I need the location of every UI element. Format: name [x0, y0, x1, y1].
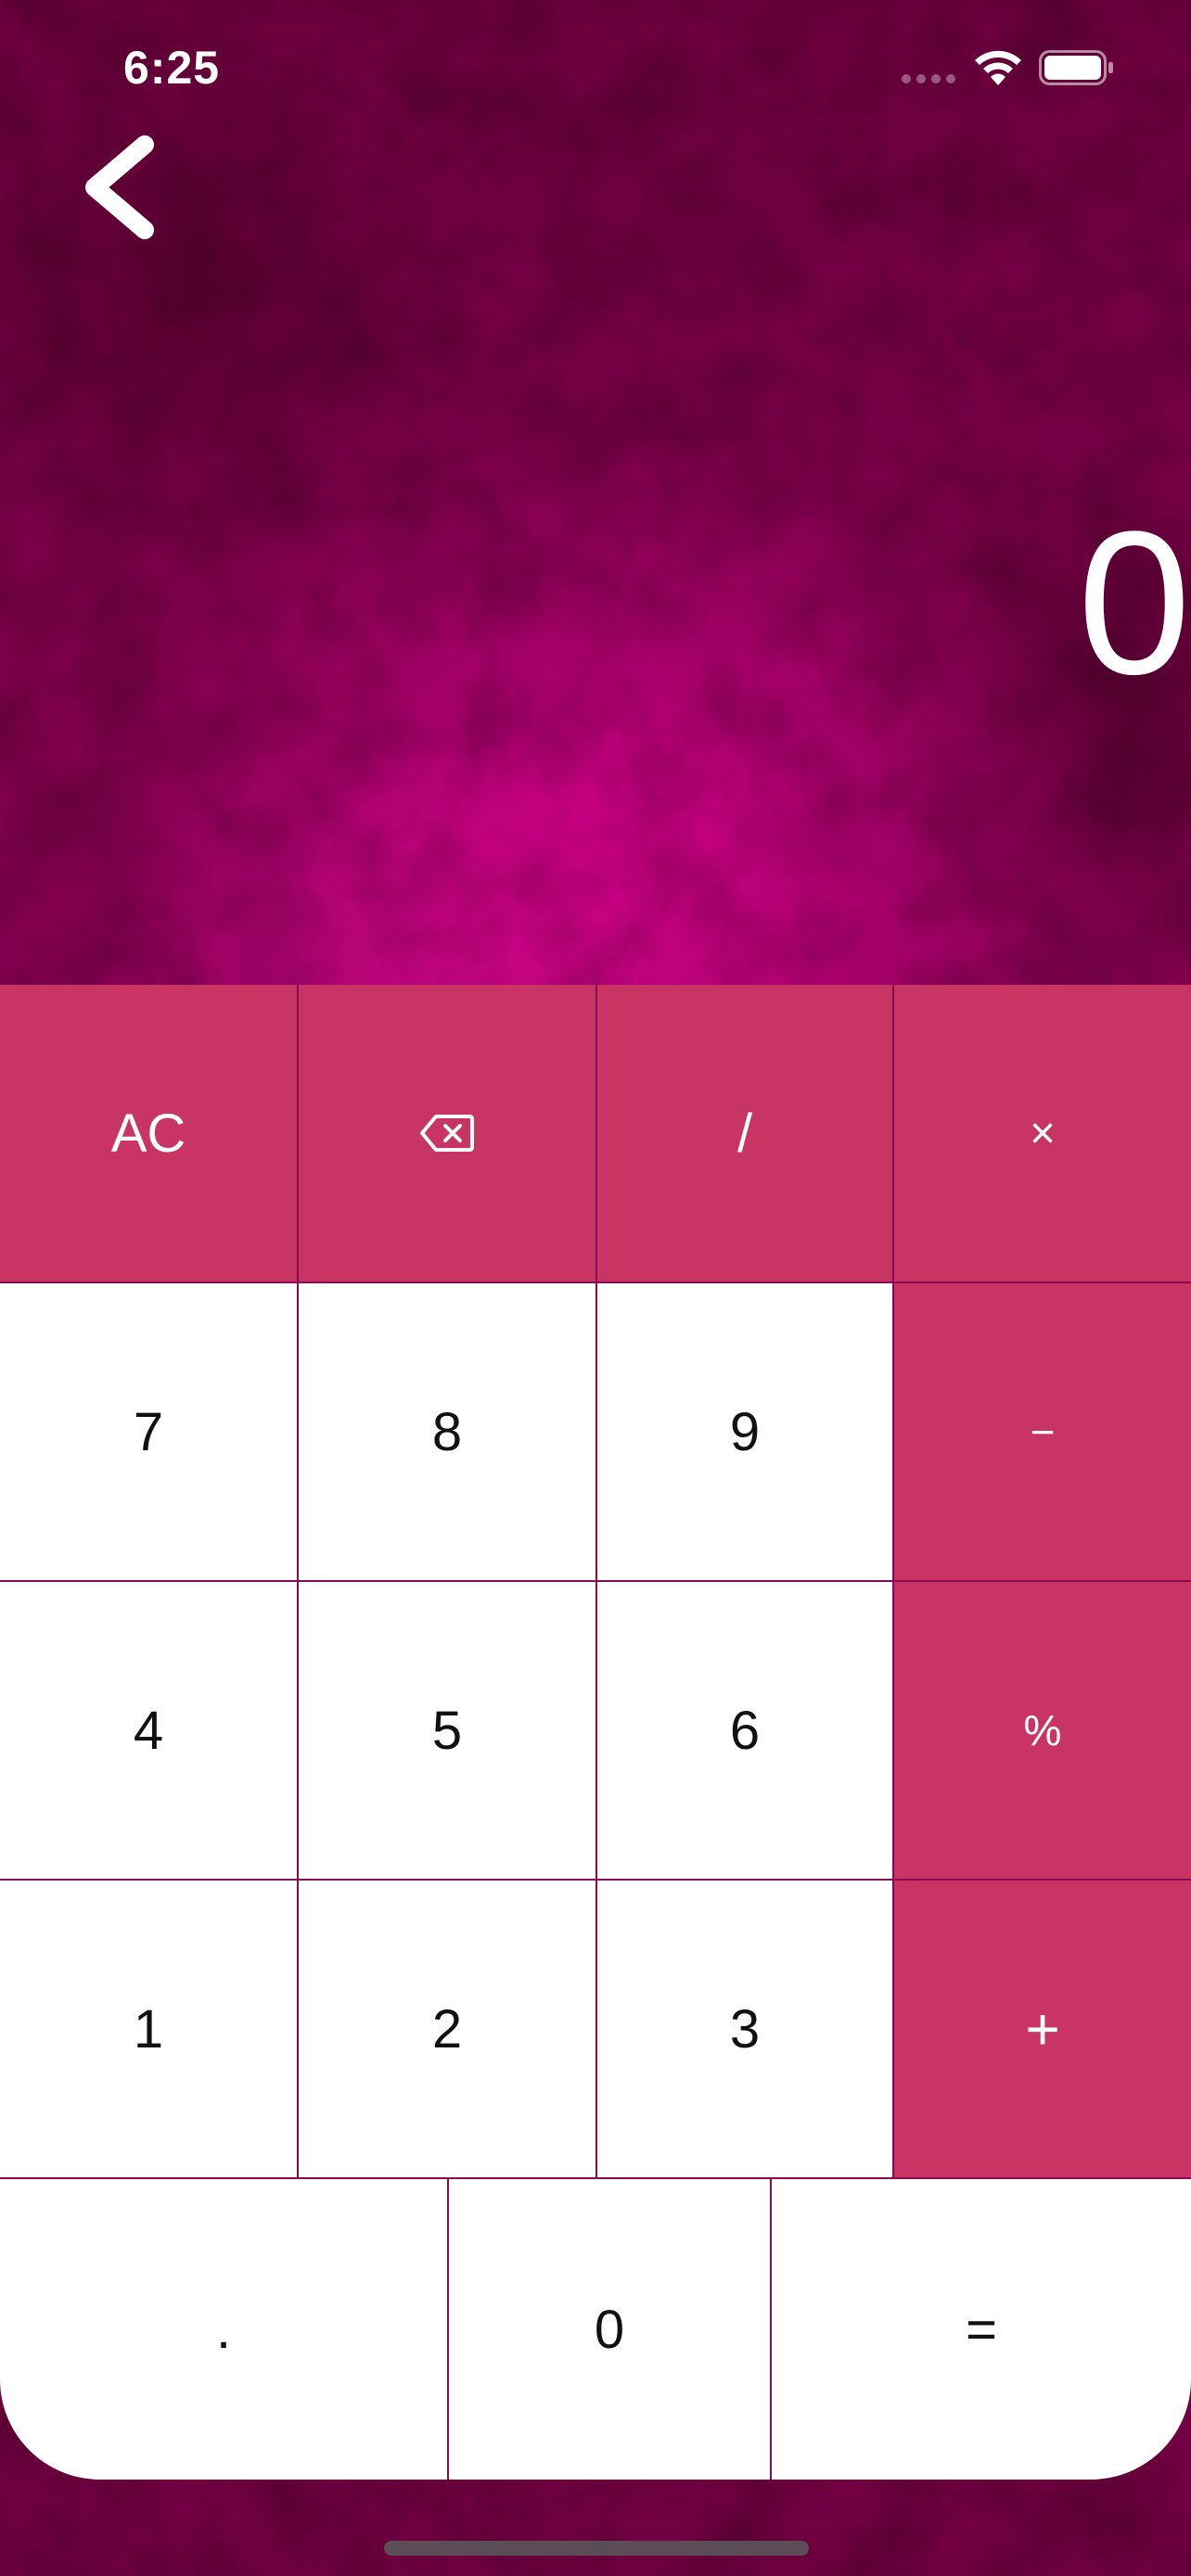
digit-0-label: 0: [594, 2299, 625, 2360]
divide-button[interactable]: /: [597, 985, 892, 1282]
digit-5-button[interactable]: 5: [299, 1582, 596, 1879]
equals-button[interactable]: =: [772, 2179, 1191, 2480]
status-bar: 6:25: [0, 0, 1191, 130]
calculator-screen: 6:25 0 AC / × 7 8 9 − 4 5 6 % 1 2 3 + . …: [0, 0, 1191, 2576]
digit-6-label: 6: [729, 1700, 761, 1761]
digit-7-button[interactable]: 7: [0, 1283, 297, 1580]
wifi-icon: [975, 50, 1021, 85]
digit-8-button[interactable]: 8: [299, 1283, 596, 1580]
minus-button[interactable]: −: [894, 1283, 1191, 1580]
digit-8-label: 8: [431, 1401, 463, 1462]
percent-button-label: %: [1023, 1706, 1062, 1754]
backspace-icon: [420, 1115, 474, 1152]
battery-icon: [1039, 50, 1113, 85]
digit-3-button[interactable]: 3: [597, 1881, 892, 2177]
clear-button[interactable]: AC: [0, 985, 297, 1282]
plus-button-label: +: [1025, 1996, 1060, 2062]
multiply-button-label: ×: [1029, 1108, 1057, 1158]
minus-button-label: −: [1030, 1408, 1056, 1456]
back-button[interactable]: [74, 130, 176, 250]
equals-button-label: =: [966, 2299, 997, 2360]
multiply-button[interactable]: ×: [894, 985, 1191, 1282]
status-time: 6:25: [123, 42, 221, 94]
percent-button[interactable]: %: [894, 1582, 1191, 1879]
digit-9-button[interactable]: 9: [597, 1283, 892, 1580]
digit-2-label: 2: [431, 1998, 463, 2060]
digit-4-button[interactable]: 4: [0, 1582, 297, 1879]
digit-2-button[interactable]: 2: [299, 1881, 596, 2177]
result-display: 0: [1077, 489, 1191, 717]
digit-9-label: 9: [729, 1401, 761, 1462]
keypad: AC / × 7 8 9 − 4 5 6 % 1 2 3 + . 0 =: [0, 985, 1191, 2480]
digit-1-label: 1: [133, 1998, 164, 2060]
plus-button[interactable]: +: [894, 1881, 1191, 2177]
digit-0-button[interactable]: 0: [449, 2179, 770, 2480]
digit-5-label: 5: [431, 1700, 463, 1761]
home-indicator[interactable]: [384, 2541, 809, 2556]
divide-button-label: /: [736, 1103, 753, 1164]
digit-1-button[interactable]: 1: [0, 1881, 297, 2177]
digit-6-button[interactable]: 6: [597, 1582, 892, 1879]
digit-7-label: 7: [133, 1401, 164, 1462]
chevron-left-icon: [85, 135, 154, 239]
decimal-button[interactable]: .: [0, 2179, 447, 2480]
decimal-button-label: .: [215, 2299, 232, 2360]
digit-3-label: 3: [729, 1998, 761, 2060]
backspace-button[interactable]: [299, 985, 596, 1282]
digit-4-label: 4: [133, 1700, 164, 1761]
clear-button-label: AC: [110, 1103, 186, 1164]
cellular-signal-icon: [902, 74, 957, 85]
